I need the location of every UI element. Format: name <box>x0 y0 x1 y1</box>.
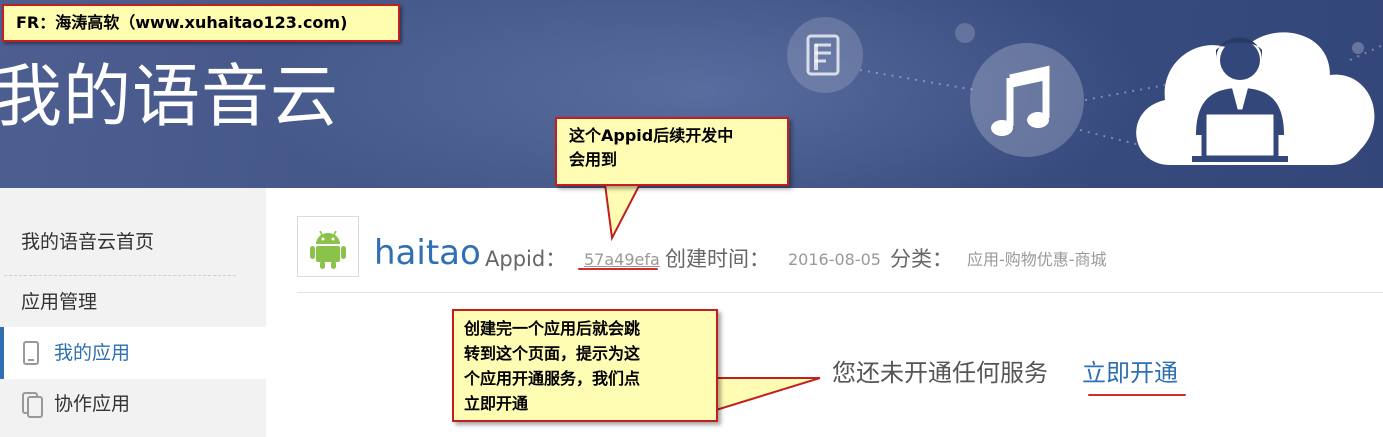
page-callout: 创建完一个应用后就会跳 转到这个页面，提示为这 个应用开通服务，我们点 立即开通 <box>452 309 718 422</box>
active-indicator <box>0 327 4 379</box>
phone-icon <box>23 341 39 365</box>
music-note-icon <box>970 43 1084 157</box>
callout-line: 创建完一个应用后就会跳 <box>464 319 641 338</box>
open-link-highlight-line <box>1088 394 1186 396</box>
document-icon <box>787 17 863 93</box>
category-label: 分类： <box>890 247 953 271</box>
appid-label: Appid： <box>485 247 567 271</box>
cloud-user-icon <box>1136 32 1375 166</box>
copy-device-icon <box>22 392 43 418</box>
sidebar-item-label: 我的应用 <box>54 342 131 364</box>
sidebar-item-my-apps[interactable]: 我的应用 <box>0 327 266 379</box>
created-value: 2016-08-05 <box>788 250 881 269</box>
category-value: 应用-购物优惠-商城 <box>967 250 1107 269</box>
main-divider <box>297 292 1383 293</box>
callout-line: 个应用开通服务，我们点 <box>464 369 641 388</box>
callout-line: 转到这个页面，提示为这 <box>464 344 641 363</box>
sidebar: 我的语音云首页 应用管理 我的应用 协作应用 <box>0 188 266 437</box>
callout-line: 这个Appid后续开发中 <box>569 126 734 145</box>
sidebar-item-collab-apps[interactable]: 协作应用 <box>0 378 266 430</box>
callout-line: 会用到 <box>569 150 618 169</box>
sidebar-section-app-management: 应用管理 <box>0 276 266 328</box>
appid-callout: 这个Appid后续开发中 会用到 <box>555 117 789 186</box>
sidebar-item-label: 应用管理 <box>21 291 98 313</box>
created-label: 创建时间： <box>665 247 770 271</box>
callout-line: 立即开通 <box>464 394 529 413</box>
banner-title: 我的语音云 <box>0 58 340 137</box>
sidebar-item-home[interactable]: 我的语音云首页 <box>0 216 266 268</box>
android-icon <box>310 230 346 269</box>
app-name: haitao <box>374 233 481 273</box>
sidebar-item-label: 我的语音云首页 <box>21 231 155 253</box>
appid-highlight-line <box>578 268 658 270</box>
sidebar-item-label: 协作应用 <box>54 393 131 415</box>
source-label: FR：海涛高软（www.xuhaitao123.com) <box>2 4 400 42</box>
open-service-link[interactable]: 立即开通 <box>1082 356 1178 390</box>
app-icon-box <box>297 216 359 277</box>
no-service-text: 您还未开通任何服务 <box>832 359 1048 387</box>
